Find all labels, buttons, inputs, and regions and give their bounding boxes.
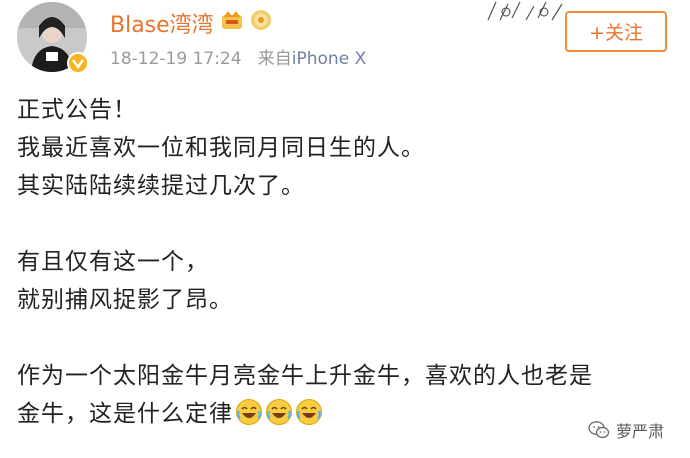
vip-crown-icon [220,9,244,37]
post-line: 就别捕风捉影了昂。 [17,287,233,313]
post-line: 其实陆陆续续提过几次了。 [17,173,305,199]
post-line: 正式公告！ [17,97,137,123]
post-body: 正式公告！ 我最近喜欢一位和我同月同日生的人。 其实陆陆续续提过几次了。 有且仅… [17,91,682,433]
watermark: 萝严肃 [588,418,664,442]
source-prefix: 来自 [257,49,292,69]
post-line: 有且仅有这一个， [17,249,209,275]
laugh-cry-emoji [236,399,262,425]
post-line: 我最近喜欢一位和我同月同日生的人。 [17,135,425,161]
level-medal-icon [250,9,272,37]
username-text[interactable]: Blase湾湾 [110,7,214,39]
post-timestamp: 18-12-19 17:24 [110,49,242,69]
post-line: 作为一个太阳金牛月亮金牛上升金牛，喜欢的人也老是 [17,363,593,389]
verified-badge-icon [67,52,89,74]
wechat-icon [588,421,610,439]
source-device[interactable]: iPhone X [292,49,366,69]
card-decoration-icon [487,1,563,21]
post-meta: 18-12-19 17:24 来自iPhone X [110,44,366,69]
watermark-name: 萝严肃 [616,422,665,441]
follow-button[interactable]: +关注 [565,11,667,52]
laugh-cry-emoji [296,399,322,425]
post-last-line: 金牛，这是什么定律 [17,395,682,433]
post-line: 金牛，这是什么定律 [17,401,233,427]
emoji-row [233,399,323,427]
username[interactable]: Blase湾湾 [110,7,272,39]
laugh-cry-emoji [266,399,292,425]
